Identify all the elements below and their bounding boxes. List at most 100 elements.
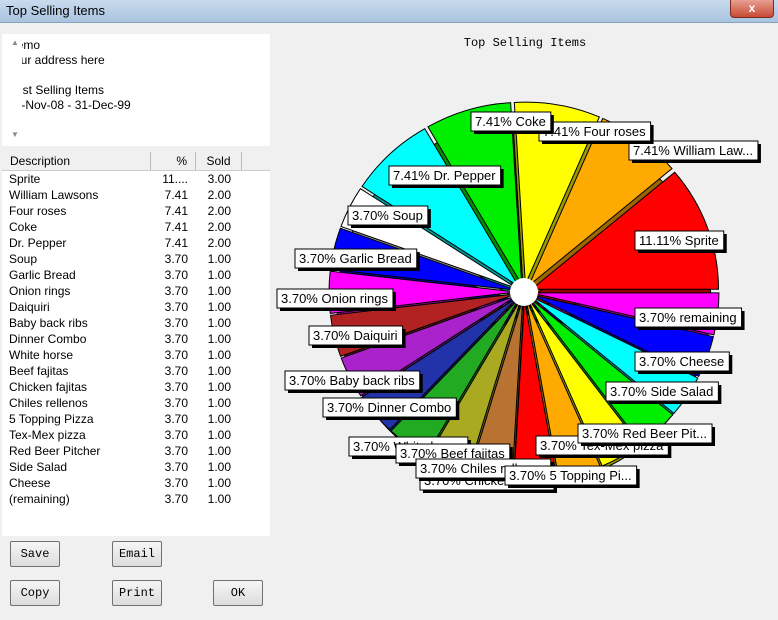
company-info-box[interactable]: Demo your address here Best Selling Item… xyxy=(2,34,270,146)
cell-percent: 7.41 xyxy=(164,188,188,202)
title-bar: Top Selling Items x xyxy=(0,0,778,23)
cell-description: White horse xyxy=(9,348,74,362)
slice-label-text: 3.70% Dinner Combo xyxy=(327,400,451,415)
slice-label-text: 11.11% Sprite xyxy=(639,233,719,248)
slice-label-text: 3.70% Red Beer Pit... xyxy=(582,426,707,441)
cell-sold: 1.00 xyxy=(207,396,231,410)
table-row[interactable]: Red Beer Pitcher 3.70 1.00 xyxy=(2,444,270,460)
cell-percent: 3.70 xyxy=(164,332,188,346)
slice-label-text: 3.70% Soup xyxy=(352,208,423,223)
cell-percent: 7.41 xyxy=(164,236,188,250)
column-header-percent[interactable]: % xyxy=(151,152,196,170)
cell-percent: 3.70 xyxy=(164,364,188,378)
table-row[interactable]: Soup 3.70 1.00 xyxy=(2,252,270,268)
copy-button[interactable]: Copy xyxy=(10,580,60,606)
info-scrollbar[interactable]: ▲ ▼ xyxy=(8,34,22,146)
table-row[interactable]: 5 Topping Pizza 3.70 1.00 xyxy=(2,412,270,428)
cell-description: William Lawsons xyxy=(9,188,99,202)
cell-description: Sprite xyxy=(9,172,41,186)
table-row[interactable]: Chiles rellenos 3.70 1.00 xyxy=(2,396,270,412)
table-row[interactable]: Beef fajitas 3.70 1.00 xyxy=(2,364,270,380)
chart-title: Top Selling Items xyxy=(463,36,587,50)
save-button[interactable]: Save xyxy=(10,541,60,567)
cell-percent: 11.... xyxy=(162,172,188,186)
table-row[interactable]: (remaining) 3.70 1.00 xyxy=(2,492,270,508)
scroll-up-icon[interactable]: ▲ xyxy=(11,38,19,47)
table-row[interactable]: Coke 7.41 2.00 xyxy=(2,220,270,236)
cell-percent: 3.70 xyxy=(164,348,188,362)
scroll-down-icon[interactable]: ▼ xyxy=(11,130,19,139)
cell-percent: 3.70 xyxy=(164,268,188,282)
cell-sold: 1.00 xyxy=(207,300,231,314)
cell-percent: 3.70 xyxy=(164,316,188,330)
cell-description: Beef fajitas xyxy=(9,364,69,378)
cell-description: Soup xyxy=(9,252,38,266)
cell-percent: 3.70 xyxy=(164,444,188,458)
slice-label: 7.41% Four roses xyxy=(538,121,654,144)
cell-percent: 7.41 xyxy=(164,220,188,234)
pie-chart-panel: Top Selling Items 11.11% Sprite 7.41% Wil… xyxy=(272,26,778,615)
cell-sold: 1.00 xyxy=(207,476,231,490)
cell-sold: 3.00 xyxy=(207,172,231,186)
slice-label: 3.70% Red Beer Pit... xyxy=(577,423,716,446)
column-header-sold[interactable]: Sold xyxy=(196,152,242,170)
cell-sold: 1.00 xyxy=(207,444,231,458)
table-row[interactable]: Garlic Bread 3.70 1.00 xyxy=(2,268,270,284)
table-row[interactable]: Four roses 7.41 2.00 xyxy=(2,204,270,220)
column-header-description[interactable]: Description xyxy=(2,152,151,170)
cell-description: Side Salad xyxy=(9,460,68,474)
slice-label: 3.70% 5 Topping Pi... xyxy=(504,465,640,488)
table-row[interactable]: Daiquiri 3.70 1.00 xyxy=(2,300,270,316)
slice-label: 11.11% Sprite xyxy=(634,230,727,253)
table-row[interactable]: Sprite 11.... 3.00 xyxy=(2,172,270,188)
cell-sold: 2.00 xyxy=(207,188,231,202)
slice-label-text: 3.70% 5 Topping Pi... xyxy=(509,468,632,483)
slice-label: 3.70% Garlic Bread xyxy=(294,248,420,271)
table-row[interactable]: Side Salad 3.70 1.00 xyxy=(2,460,270,476)
cell-percent: 3.70 xyxy=(164,284,188,298)
pie-chart: 11.11% Sprite 7.41% William Law... 7.41% F… xyxy=(276,101,761,493)
cell-sold: 1.00 xyxy=(207,332,231,346)
cell-percent: 3.70 xyxy=(164,252,188,266)
table-row[interactable]: White horse 3.70 1.00 xyxy=(2,348,270,364)
cell-description: Four roses xyxy=(9,204,67,218)
cell-description: Coke xyxy=(9,220,38,234)
slice-label: 3.70% Baby back ribs xyxy=(284,370,423,393)
cell-percent: 3.70 xyxy=(164,300,188,314)
slice-label: 3.70% Daiquiri xyxy=(308,325,406,348)
table-row[interactable]: William Lawsons 7.41 2.00 xyxy=(2,188,270,204)
table-row[interactable]: Tex-Mex pizza 3.70 1.00 xyxy=(2,428,270,444)
table-row[interactable]: Dinner Combo 3.70 1.00 xyxy=(2,332,270,348)
table-row[interactable]: Chicken fajitas 3.70 1.00 xyxy=(2,380,270,396)
cell-sold: 2.00 xyxy=(207,204,231,218)
slice-label: 3.70% Onion rings xyxy=(276,288,396,311)
table-row[interactable]: Onion rings 3.70 1.00 xyxy=(2,284,270,300)
cell-percent: 7.41 xyxy=(164,204,188,218)
cell-description: Onion rings xyxy=(9,284,71,298)
close-button[interactable]: x xyxy=(730,0,774,18)
cell-percent: 3.70 xyxy=(164,476,188,490)
table-row[interactable]: Baby back ribs 3.70 1.00 xyxy=(2,316,270,332)
ok-button[interactable]: OK xyxy=(213,580,263,606)
cell-sold: 1.00 xyxy=(207,364,231,378)
cell-description: Dr. Pepper xyxy=(9,236,67,250)
cell-description: Red Beer Pitcher xyxy=(9,444,101,458)
table-row[interactable]: Cheese 3.70 1.00 xyxy=(2,476,270,492)
cell-description: Garlic Bread xyxy=(9,268,76,282)
cell-description: Baby back ribs xyxy=(9,316,88,330)
slice-label: 7.41% William Law... xyxy=(628,140,761,163)
items-table[interactable]: Description % Sold Sprite 11.... 3.00 Willi… xyxy=(2,152,270,536)
cell-description: Daiquiri xyxy=(9,300,50,314)
slice-label: 7.41% Dr. Pepper xyxy=(388,165,504,188)
slice-label: 3.70% Soup xyxy=(347,205,431,228)
email-button[interactable]: Email xyxy=(112,541,162,567)
cell-description: Tex-Mex pizza xyxy=(9,428,86,442)
table-row[interactable]: Dr. Pepper 7.41 2.00 xyxy=(2,236,270,252)
info-line: your address here xyxy=(8,53,105,67)
cell-sold: 1.00 xyxy=(207,412,231,426)
cell-sold: 1.00 xyxy=(207,492,231,506)
print-button[interactable]: Print xyxy=(112,580,162,606)
slice-label-text: 7.41% Coke xyxy=(475,114,546,129)
slice-label-text: 3.70% Garlic Bread xyxy=(299,251,412,266)
slice-label: 3.70% remaining xyxy=(634,307,745,330)
